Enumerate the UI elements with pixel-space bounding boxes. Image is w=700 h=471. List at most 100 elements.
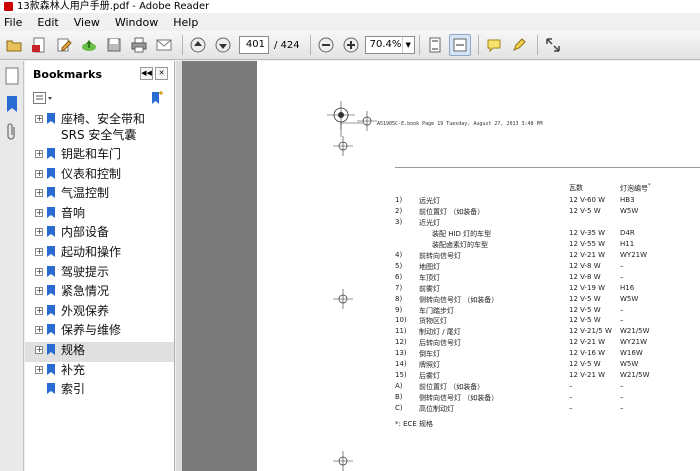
lamp-name: 牌照灯 (419, 361, 440, 370)
expand-icon[interactable]: + (35, 115, 43, 123)
toolbar: 401 / 424 70.4% ▼ (0, 31, 700, 60)
menu-view[interactable]: View (74, 16, 100, 29)
page-number-input[interactable]: 401 (239, 36, 269, 54)
lamp-wattage: 12 V-5 W (569, 316, 601, 325)
close-panel-button[interactable]: ✕ (155, 67, 168, 80)
bulb-code: – (620, 272, 624, 281)
bulb-code: W21/5W (620, 327, 650, 336)
fit-width-button[interactable] (448, 34, 471, 56)
expand-icon[interactable]: + (35, 208, 43, 217)
zoom-value: 70.4% (369, 39, 402, 50)
row-number: 14) (395, 360, 407, 369)
menu-file[interactable]: File (4, 16, 22, 29)
bookmark-item-climate[interactable]: + 气温控制 (25, 185, 174, 205)
zoom-in-button[interactable] (340, 34, 362, 56)
lamp-wattage: 12 V-8 W (569, 272, 601, 281)
expand-icon[interactable]: + (35, 247, 43, 256)
print-button[interactable] (128, 34, 150, 56)
attachments-button[interactable] (2, 123, 22, 145)
bulb-code: – (620, 305, 624, 314)
bookmark-item-index[interactable]: 索引 (25, 381, 174, 401)
bookmark-label: 补充 (61, 362, 86, 377)
next-page-button[interactable] (212, 34, 234, 56)
plus-circle-icon (343, 37, 359, 53)
expand-icon[interactable]: + (35, 267, 43, 276)
save-button[interactable] (103, 34, 125, 56)
bookmark-item-starting[interactable]: + 起动和操作 (25, 244, 174, 264)
zoom-out-button[interactable] (315, 34, 337, 56)
collapse-panel-button[interactable]: ◀◀ (140, 67, 153, 80)
bookmark-item-emergency[interactable]: + 紧急情况 (25, 283, 174, 303)
crosshair-mark-icon (333, 451, 353, 471)
bookmark-label: 驾驶提示 (61, 264, 110, 279)
bulb-code: WY21W (620, 338, 648, 347)
paperclip-icon (7, 123, 15, 140)
bookmark-item-interior[interactable]: + 内部设备 (25, 224, 174, 244)
panel-controls: ◀◀ ✕ (138, 67, 168, 80)
expand-icon[interactable]: + (35, 228, 43, 237)
document-viewer[interactable]: A51905C-E.book Page 19 Tuesday, August 2… (182, 61, 700, 471)
page-thumbnails-button[interactable] (2, 67, 22, 89)
bookmark-item-audio[interactable]: + 音响 (25, 205, 174, 225)
envelope-icon (156, 39, 172, 51)
highlight-button[interactable] (508, 34, 530, 56)
row-number: 1) (395, 196, 403, 204)
lamp-wattage: 12 V-5 W (569, 206, 601, 215)
bookmark-label: 内部设备 (61, 225, 110, 240)
open-button[interactable] (3, 34, 25, 56)
expand-icon[interactable]: + (35, 169, 43, 178)
expand-icon[interactable]: + (35, 287, 43, 296)
title-bar: 13款森林人用户手册.pdf - Adobe Reader (0, 0, 700, 13)
page-total: / 424 (274, 39, 300, 51)
bulb-code: WY21W (620, 250, 648, 259)
bulb-code: W16W (620, 349, 643, 358)
expand-icon[interactable]: + (35, 189, 43, 198)
expand-icon[interactable]: + (35, 326, 43, 335)
bookmark-item-instruments[interactable]: + 仪表和控制 (25, 166, 174, 186)
bookmark-item-driving-tips[interactable]: + 驾驶提示 (25, 264, 174, 284)
bookmark-item-keys[interactable]: + 钥匙和车门 (25, 146, 174, 166)
chevron-down-icon[interactable]: ▼ (401, 37, 414, 53)
lamp-wattage: 12 V-5 W (569, 294, 601, 303)
expand-icon[interactable]: + (35, 365, 43, 374)
bulb-code: – (620, 404, 624, 413)
bookmark-ribbon-icon (7, 96, 17, 112)
fit-page-button[interactable] (424, 34, 446, 56)
create-pdf-button[interactable] (28, 34, 50, 56)
edit-button[interactable] (53, 34, 75, 56)
bulb-code: W5W (620, 360, 639, 369)
bookmark-item-seats[interactable]: + 座椅、安全带和 SRS 安全气囊 (25, 111, 174, 146)
zoom-select[interactable]: 70.4% ▼ (364, 36, 415, 54)
bookmark-list: + 座椅、安全带和 SRS 安全气囊 + 钥匙和车门 + 仪表和控制 + 气温控制 + 音… (25, 109, 174, 401)
previous-page-button[interactable] (187, 34, 209, 56)
full-screen-button[interactable] (542, 34, 564, 56)
expand-icon[interactable]: + (35, 150, 43, 158)
email-button[interactable] (153, 34, 175, 56)
bookmark-item-supplement[interactable]: + 补充 (25, 362, 174, 382)
menu-window[interactable]: Window (115, 16, 158, 29)
menu-edit[interactable]: Edit (37, 16, 58, 29)
lamp-wattage: 12 V-8 W (569, 261, 601, 270)
lamp-name: 远光灯 (419, 197, 440, 205)
comment-button[interactable] (483, 34, 505, 56)
options-menu-icon[interactable] (33, 92, 53, 104)
bookmark-item-maintenance[interactable]: + 保养与维修 (25, 322, 174, 342)
menu-help[interactable]: Help (173, 16, 198, 29)
expand-icon[interactable]: + (35, 306, 43, 315)
column-header-bulb: 灯泡编号* (620, 183, 651, 193)
bookmark-icon (47, 363, 55, 375)
toolbar-separator (182, 35, 183, 55)
printer-icon (131, 37, 147, 53)
bulb-code: W5W (620, 294, 639, 303)
new-bookmark-icon[interactable] (150, 91, 164, 105)
lamp-name: 前位置灯 （如装备） (419, 207, 485, 216)
bookmark-item-specifications[interactable]: + 规格 (25, 341, 174, 362)
upload-button[interactable] (78, 34, 100, 56)
row-number: 15) (395, 371, 407, 380)
bookmark-item-exterior-care[interactable]: + 外观保养 (25, 303, 174, 323)
row-number: 10) (395, 316, 407, 325)
save-disk-icon (107, 38, 121, 52)
expand-icon[interactable]: + (35, 345, 43, 354)
bookmarks-tab-button[interactable] (2, 95, 22, 117)
row-number: 6) (395, 272, 403, 281)
